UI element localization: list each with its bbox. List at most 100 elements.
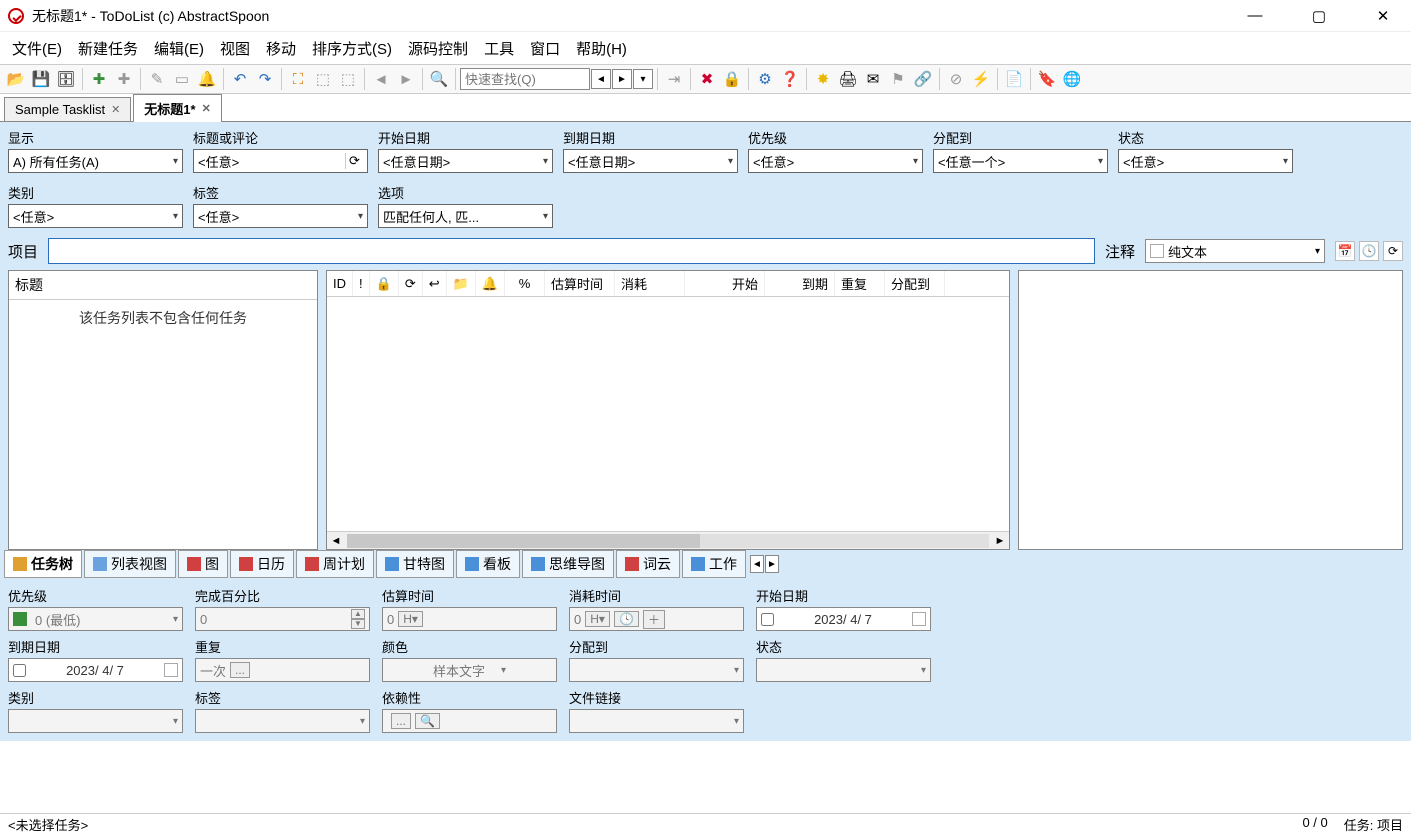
find-icon[interactable]: 🔍 — [427, 67, 451, 91]
filter-status-select[interactable]: <任意>▾ — [1118, 149, 1293, 173]
search-next-button[interactable]: ► — [612, 69, 632, 89]
filter-tag-select[interactable]: <任意>▾ — [193, 204, 368, 228]
mail-icon[interactable]: ✉ — [861, 67, 885, 91]
viewtabs-next[interactable]: ► — [765, 555, 779, 573]
col-assign[interactable]: 分配到 — [885, 271, 945, 296]
menu-newtask[interactable]: 新建任务 — [72, 34, 144, 63]
taskgrid-pane[interactable]: ID ! 🔒 ⟳ ↩ 📁 🔔 % 估算时间 消耗 开始 到期 重复 分配到 ◄ … — [326, 270, 1010, 550]
viewtab-mindmap[interactable]: 思维导图 — [522, 550, 614, 578]
tab-close-icon[interactable]: ✕ — [202, 102, 211, 115]
attr-pct-input[interactable]: 0▲▼ — [195, 607, 370, 631]
project-input[interactable] — [48, 238, 1095, 264]
timer-icon[interactable]: 🕓 — [614, 611, 639, 627]
delete-icon[interactable]: ✖ — [695, 67, 719, 91]
col-reply-icon[interactable]: ↩ — [423, 271, 447, 296]
viewtab-wordcloud[interactable]: 词云 — [616, 550, 680, 578]
cal-icon[interactable]: 📅 — [1335, 241, 1355, 261]
next-icon[interactable]: ► — [394, 67, 418, 91]
filter-title-input[interactable]: <任意>⟳ — [193, 149, 368, 173]
filter-assign-select[interactable]: <任意一个>▾ — [933, 149, 1108, 173]
redo-icon[interactable]: ↷ — [253, 67, 277, 91]
card-icon[interactable]: ▭ — [170, 67, 194, 91]
close-button[interactable]: ✕ — [1363, 2, 1403, 30]
tag-icon[interactable]: 🔖 — [1035, 67, 1059, 91]
minimize-button[interactable]: — — [1235, 2, 1275, 30]
attr-color-select[interactable]: 样本文字▾ — [382, 658, 557, 682]
col-bell-icon[interactable]: 🔔 — [476, 271, 505, 296]
quick-search-input[interactable] — [460, 68, 590, 90]
search-prev-button[interactable]: ◄ — [591, 69, 611, 89]
attr-cat-select[interactable]: ▾ — [8, 709, 183, 733]
tab-sample[interactable]: Sample Tasklist ✕ — [4, 97, 131, 121]
col-folder-icon[interactable]: 📁 — [447, 271, 476, 296]
tasktree-pane[interactable]: 标题 该任务列表不包含任何任务 — [8, 270, 318, 550]
notes-icon[interactable]: 📄 — [1002, 67, 1026, 91]
more-icon[interactable]: ... — [230, 662, 250, 678]
menu-window[interactable]: 窗口 — [524, 34, 566, 63]
filter-display-select[interactable]: A) 所有任务(A)▾ — [8, 149, 183, 173]
viewtab-week[interactable]: 周计划 — [296, 550, 374, 578]
attr-assign-select[interactable]: ▾ — [569, 658, 744, 682]
menu-file[interactable]: 文件(E) — [6, 34, 68, 63]
col-due[interactable]: 到期 — [765, 271, 835, 296]
globe-icon[interactable]: 🌐 — [1060, 67, 1084, 91]
filter-category-select[interactable]: <任意>▾ — [8, 204, 183, 228]
menu-sort[interactable]: 排序方式(S) — [306, 34, 398, 63]
filter-due-select[interactable]: <任意日期>▾ — [563, 149, 738, 173]
attr-prio-select[interactable]: 0 (最低)▾ — [8, 607, 183, 631]
lock-icon[interactable]: 🔒 — [720, 67, 744, 91]
bolt-icon[interactable]: ⚡ — [969, 67, 993, 91]
viewtab-calendar[interactable]: 日历 — [230, 550, 294, 578]
search-dd-button[interactable]: ▾ — [633, 69, 653, 89]
viewtabs-prev[interactable]: ◄ — [750, 555, 764, 573]
col-recur-icon[interactable]: ⟳ — [399, 271, 423, 296]
collapse2-icon[interactable]: ⬚ — [336, 67, 360, 91]
grid-body[interactable] — [327, 297, 1009, 531]
attr-file-select[interactable]: ▾ — [569, 709, 744, 733]
search-icon[interactable]: 🔍 — [415, 713, 440, 729]
ddate-checkbox[interactable] — [13, 664, 26, 677]
viewtab-tree[interactable]: 任务树 — [4, 550, 82, 578]
attr-tag-select[interactable]: ▾ — [195, 709, 370, 733]
maximize-button[interactable]: ▢ — [1299, 2, 1339, 30]
collapse1-icon[interactable]: ⬚ — [311, 67, 335, 91]
remove-icon[interactable]: ⊘ — [944, 67, 968, 91]
comment-type-select[interactable]: 纯文本▾ — [1145, 239, 1325, 263]
col-start[interactable]: 开始 — [685, 271, 765, 296]
tab-close-icon[interactable]: ✕ — [111, 103, 120, 116]
sdate-checkbox[interactable] — [761, 613, 774, 626]
scroll-track[interactable] — [347, 534, 989, 548]
col-lock-icon[interactable]: 🔒 — [370, 271, 399, 296]
attr-ddate-picker[interactable]: 2023/ 4/ 7 — [8, 658, 183, 682]
spin-down-icon[interactable]: ▼ — [351, 619, 365, 629]
viewtab-work[interactable]: 工作 — [682, 550, 746, 578]
edit-icon[interactable]: ✎ — [145, 67, 169, 91]
grid-hscroll[interactable]: ◄ ► — [327, 531, 1009, 549]
settings-icon[interactable]: ⚙ — [753, 67, 777, 91]
attr-sdate-picker[interactable]: 2023/ 4/ 7 — [756, 607, 931, 631]
spin-up-icon[interactable]: ▲ — [351, 609, 365, 619]
more-icon[interactable]: ... — [391, 713, 411, 729]
flag-icon[interactable]: ⚑ — [886, 67, 910, 91]
menu-view[interactable]: 视图 — [214, 34, 256, 63]
link-icon[interactable]: 🔗 — [911, 67, 935, 91]
attr-repeat-input[interactable]: 一次... — [195, 658, 370, 682]
add-icon[interactable]: ✚ — [87, 67, 111, 91]
undo-icon[interactable]: ↶ — [228, 67, 252, 91]
viewtab-kanban[interactable]: 看板 — [456, 550, 520, 578]
col-estimate[interactable]: 估算时间 — [545, 271, 615, 296]
est-unit-button[interactable]: H▾ — [398, 611, 423, 627]
plus-icon[interactable]: ＋ — [643, 610, 665, 629]
print-icon[interactable]: 🖨 — [836, 67, 860, 91]
import-icon[interactable]: ⇥ — [662, 67, 686, 91]
attr-dep-input[interactable]: ...🔍 — [382, 709, 557, 733]
col-pct[interactable]: % — [505, 271, 545, 296]
viewtab-chart[interactable]: 图 — [178, 550, 228, 578]
tab-untitled[interactable]: 无标题1* ✕ — [133, 94, 222, 122]
help-icon[interactable]: ❓ — [778, 67, 802, 91]
scroll-left-icon[interactable]: ◄ — [327, 535, 345, 547]
alarm-icon[interactable]: 🔔 — [195, 67, 219, 91]
expand-icon[interactable]: ⛶ — [286, 67, 310, 91]
menu-edit[interactable]: 编辑(E) — [148, 34, 210, 63]
col-repeat[interactable]: 重复 — [835, 271, 885, 296]
